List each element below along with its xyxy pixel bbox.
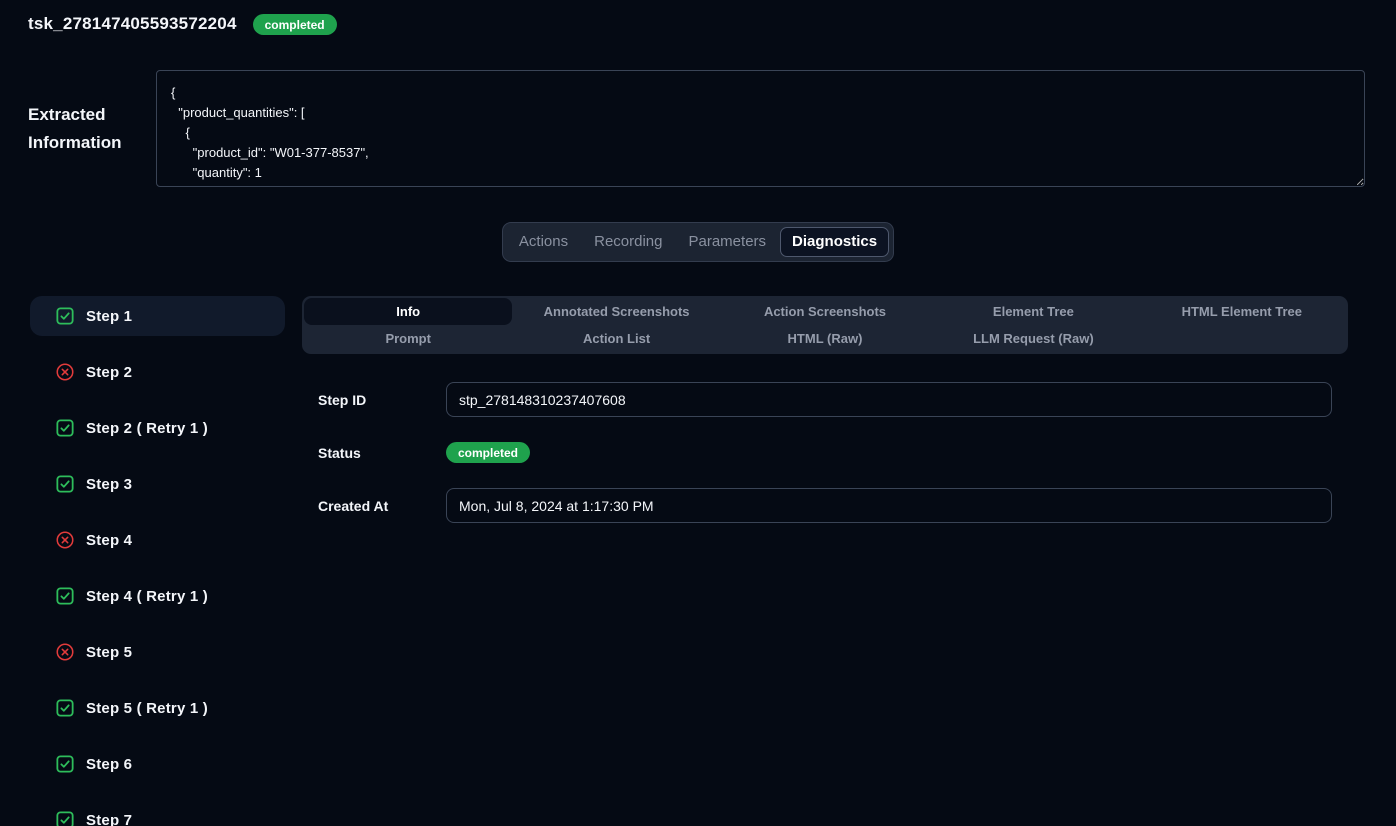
step-id-row: Step ID	[318, 382, 1332, 417]
diagnostics-tab-info[interactable]: Info	[304, 298, 512, 325]
step-label: Step 3	[86, 476, 132, 493]
error-circle-icon	[56, 363, 74, 381]
steps-list: Step 1 Step 2 Step 2 ( Retry 1 ) Step 3 Step…	[30, 296, 285, 826]
step-item-step-3[interactable]: Step 3	[30, 464, 285, 504]
tab-diagnostics[interactable]: Diagnostics	[780, 227, 889, 257]
check-square-icon	[56, 419, 74, 437]
diagnostics-panel: InfoAnnotated ScreenshotsAction Screensh…	[302, 296, 1348, 541]
step-item-step-2-retry-1[interactable]: Step 2 ( Retry 1 )	[30, 408, 285, 448]
step-label: Step 2 ( Retry 1 )	[86, 420, 208, 437]
status-row: Status completed	[318, 435, 1332, 470]
check-square-icon	[56, 475, 74, 493]
created-at-label: Created At	[318, 498, 446, 514]
step-item-step-2[interactable]: Step 2	[30, 352, 285, 392]
tab-recording[interactable]: Recording	[582, 227, 674, 257]
step-item-step-7[interactable]: Step 7	[30, 800, 285, 826]
status-label: Status	[318, 445, 446, 461]
diagnostics-tab-bar: InfoAnnotated ScreenshotsAction Screensh…	[302, 296, 1348, 354]
error-circle-icon	[56, 531, 74, 549]
created-at-input[interactable]	[446, 488, 1332, 523]
step-label: Step 5	[86, 644, 132, 661]
step-label: Step 6	[86, 756, 132, 773]
check-square-icon	[56, 699, 74, 717]
diagnostics-tab-action-list[interactable]: Action List	[512, 325, 720, 352]
diagnostics-tab-html-element-tree[interactable]: HTML Element Tree	[1138, 298, 1346, 325]
extracted-information-label: Extracted Information	[28, 101, 156, 157]
task-id-title: tsk_278147405593572204	[28, 14, 237, 34]
check-square-icon	[56, 587, 74, 605]
check-square-icon	[56, 755, 74, 773]
step-info-form: Step ID Status completed Created At	[302, 382, 1348, 523]
content: Step 1 Step 2 Step 2 ( Retry 1 ) Step 3 Step…	[0, 262, 1396, 826]
step-label: Step 5 ( Retry 1 )	[86, 700, 208, 717]
step-item-step-4[interactable]: Step 4	[30, 520, 285, 560]
task-status-badge: completed	[253, 14, 337, 35]
extracted-information-textarea[interactable]: { "product_quantities": [ { "product_id"…	[156, 70, 1365, 187]
main-tabs-wrap: ActionsRecordingParametersDiagnostics	[0, 222, 1396, 262]
step-label: Step 1	[86, 308, 132, 325]
step-label: Step 4 ( Retry 1 )	[86, 588, 208, 605]
diagnostics-tab-action-screenshots[interactable]: Action Screenshots	[721, 298, 929, 325]
step-item-step-4-retry-1[interactable]: Step 4 ( Retry 1 )	[30, 576, 285, 616]
step-item-step-5[interactable]: Step 5	[30, 632, 285, 672]
step-label: Step 7	[86, 812, 132, 826]
step-status-badge: completed	[446, 442, 530, 463]
check-square-icon	[56, 811, 74, 826]
diagnostics-tab-annotated-screenshots[interactable]: Annotated Screenshots	[512, 298, 720, 325]
diagnostics-tab-html-raw[interactable]: HTML (Raw)	[721, 325, 929, 352]
extracted-information-section: Extracted Information { "product_quantit…	[0, 44, 1396, 187]
step-item-step-5-retry-1[interactable]: Step 5 ( Retry 1 )	[30, 688, 285, 728]
tab-parameters[interactable]: Parameters	[677, 227, 779, 257]
diagnostics-tab-prompt[interactable]: Prompt	[304, 325, 512, 352]
step-id-input[interactable]	[446, 382, 1332, 417]
diagnostics-tab-llm-request-raw[interactable]: LLM Request (Raw)	[929, 325, 1137, 352]
step-id-label: Step ID	[318, 392, 446, 408]
step-item-step-6[interactable]: Step 6	[30, 744, 285, 784]
error-circle-icon	[56, 643, 74, 661]
step-label: Step 4	[86, 532, 132, 549]
created-at-row: Created At	[318, 488, 1332, 523]
header: tsk_278147405593572204 completed	[0, 0, 1396, 44]
diagnostics-tab-element-tree[interactable]: Element Tree	[929, 298, 1137, 325]
tab-actions[interactable]: Actions	[507, 227, 580, 257]
main-tab-bar: ActionsRecordingParametersDiagnostics	[502, 222, 894, 262]
check-square-icon	[56, 307, 74, 325]
step-label: Step 2	[86, 364, 132, 381]
step-item-step-1[interactable]: Step 1	[30, 296, 285, 336]
